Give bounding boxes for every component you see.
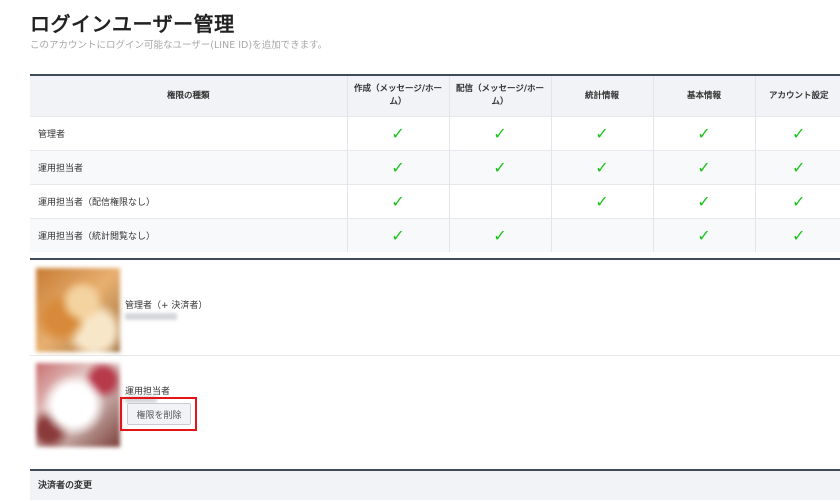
permission-row: 運用担当者（統計閲覧なし） ✓ ✓ ✓ ✓ <box>30 218 840 252</box>
check-icon: ✓ <box>595 191 609 211</box>
header-deliver: 配信（メッセージ/ホーム） <box>448 74 551 117</box>
avatar <box>36 268 120 352</box>
permission-row: 管理者 ✓ ✓ ✓ ✓ ✓ <box>30 116 840 151</box>
permission-role-label: 運用担当者（統計閲覧なし） <box>30 218 347 252</box>
permission-cell: ✓ <box>346 150 449 185</box>
check-icon: ✓ <box>391 191 405 211</box>
permission-cell: ✓ <box>652 218 755 252</box>
check-icon: ✓ <box>792 123 806 143</box>
permission-role-label: 運用担当者 <box>30 150 347 185</box>
header-account-settings: アカウント設定 <box>754 74 840 117</box>
permission-cell: ✓ <box>346 218 449 252</box>
permission-cell: ✓ <box>346 116 449 151</box>
permission-cell: ✓ <box>550 150 653 185</box>
permission-row: 運用担当者（配信権限なし） ✓ ✓ ✓ ✓ <box>30 184 840 219</box>
user-row-operator: 運用担当者 権限を削除 <box>30 357 840 452</box>
user-role-label: 管理者（+ 決済者） <box>125 301 208 311</box>
highlight-box <box>120 397 197 431</box>
check-icon: ✓ <box>792 157 806 177</box>
avatar <box>36 363 120 447</box>
header-basic-info: 基本情報 <box>652 74 755 117</box>
check-icon: ✓ <box>391 157 405 177</box>
permission-cell <box>550 218 653 252</box>
header-stats: 統計情報 <box>550 74 653 117</box>
permission-cell: ✓ <box>652 150 755 185</box>
check-icon: ✓ <box>697 123 711 143</box>
permission-cell: ✓ <box>550 184 653 219</box>
permission-cell: ✓ <box>754 116 840 151</box>
permission-cell: ✓ <box>346 184 449 219</box>
change-payer-section[interactable]: 決済者の変更 <box>30 469 840 500</box>
permission-cell: ✓ <box>754 150 840 185</box>
check-icon: ✓ <box>493 157 507 177</box>
permission-role-label: 管理者 <box>30 116 347 151</box>
check-icon: ✓ <box>595 157 609 177</box>
permission-cell: ✓ <box>448 150 551 185</box>
check-icon: ✓ <box>493 225 507 245</box>
permission-cell: ✓ <box>754 184 840 219</box>
user-row-admin: 管理者（+ 決済者） <box>30 260 840 356</box>
check-icon: ✓ <box>792 225 806 245</box>
permission-row: 運用担当者 ✓ ✓ ✓ ✓ ✓ <box>30 150 840 185</box>
permission-cell <box>448 184 551 219</box>
permission-table: 権限の種類 作成（メッセージ/ホーム） 配信（メッセージ/ホーム） 統計情報 基… <box>30 74 840 252</box>
check-icon: ✓ <box>792 191 806 211</box>
permission-cell: ✓ <box>652 116 755 151</box>
check-icon: ✓ <box>697 225 711 245</box>
check-icon: ✓ <box>391 225 405 245</box>
page-title: ログインユーザー管理 <box>30 12 235 36</box>
check-icon: ✓ <box>493 123 507 143</box>
check-icon: ✓ <box>391 123 405 143</box>
header-create: 作成（メッセージ/ホーム） <box>346 74 449 117</box>
permission-cell: ✓ <box>652 184 755 219</box>
permission-role-label: 運用担当者（配信権限なし） <box>30 184 347 219</box>
header-permission-type: 権限の種類 <box>30 74 347 117</box>
permission-cell: ✓ <box>448 218 551 252</box>
permission-cell: ✓ <box>754 218 840 252</box>
permission-cell: ✓ <box>550 116 653 151</box>
check-icon: ✓ <box>697 191 711 211</box>
permission-header-row: 権限の種類 作成（メッセージ/ホーム） 配信（メッセージ/ホーム） 統計情報 基… <box>30 74 840 117</box>
blurred-user-name <box>125 313 177 320</box>
check-icon: ✓ <box>595 123 609 143</box>
user-list: 管理者（+ 決済者） 運用担当者 権限を削除 <box>30 258 840 453</box>
page-subtitle: このアカウントにログイン可能なユーザー(LINE ID)を追加できます。 <box>30 40 328 51</box>
permission-cell: ✓ <box>448 116 551 151</box>
check-icon: ✓ <box>697 157 711 177</box>
